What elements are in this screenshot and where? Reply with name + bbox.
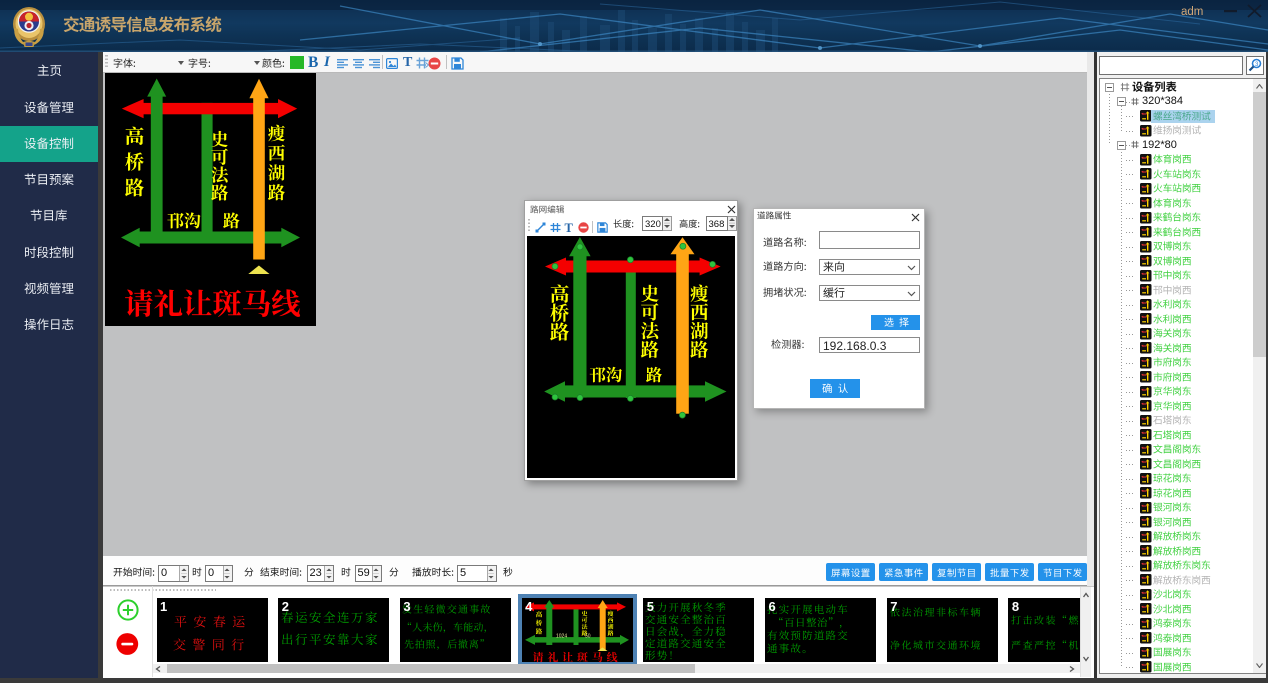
svg-text:1024: 1024 [556,633,567,639]
svg-text:50: 50 [585,633,591,639]
